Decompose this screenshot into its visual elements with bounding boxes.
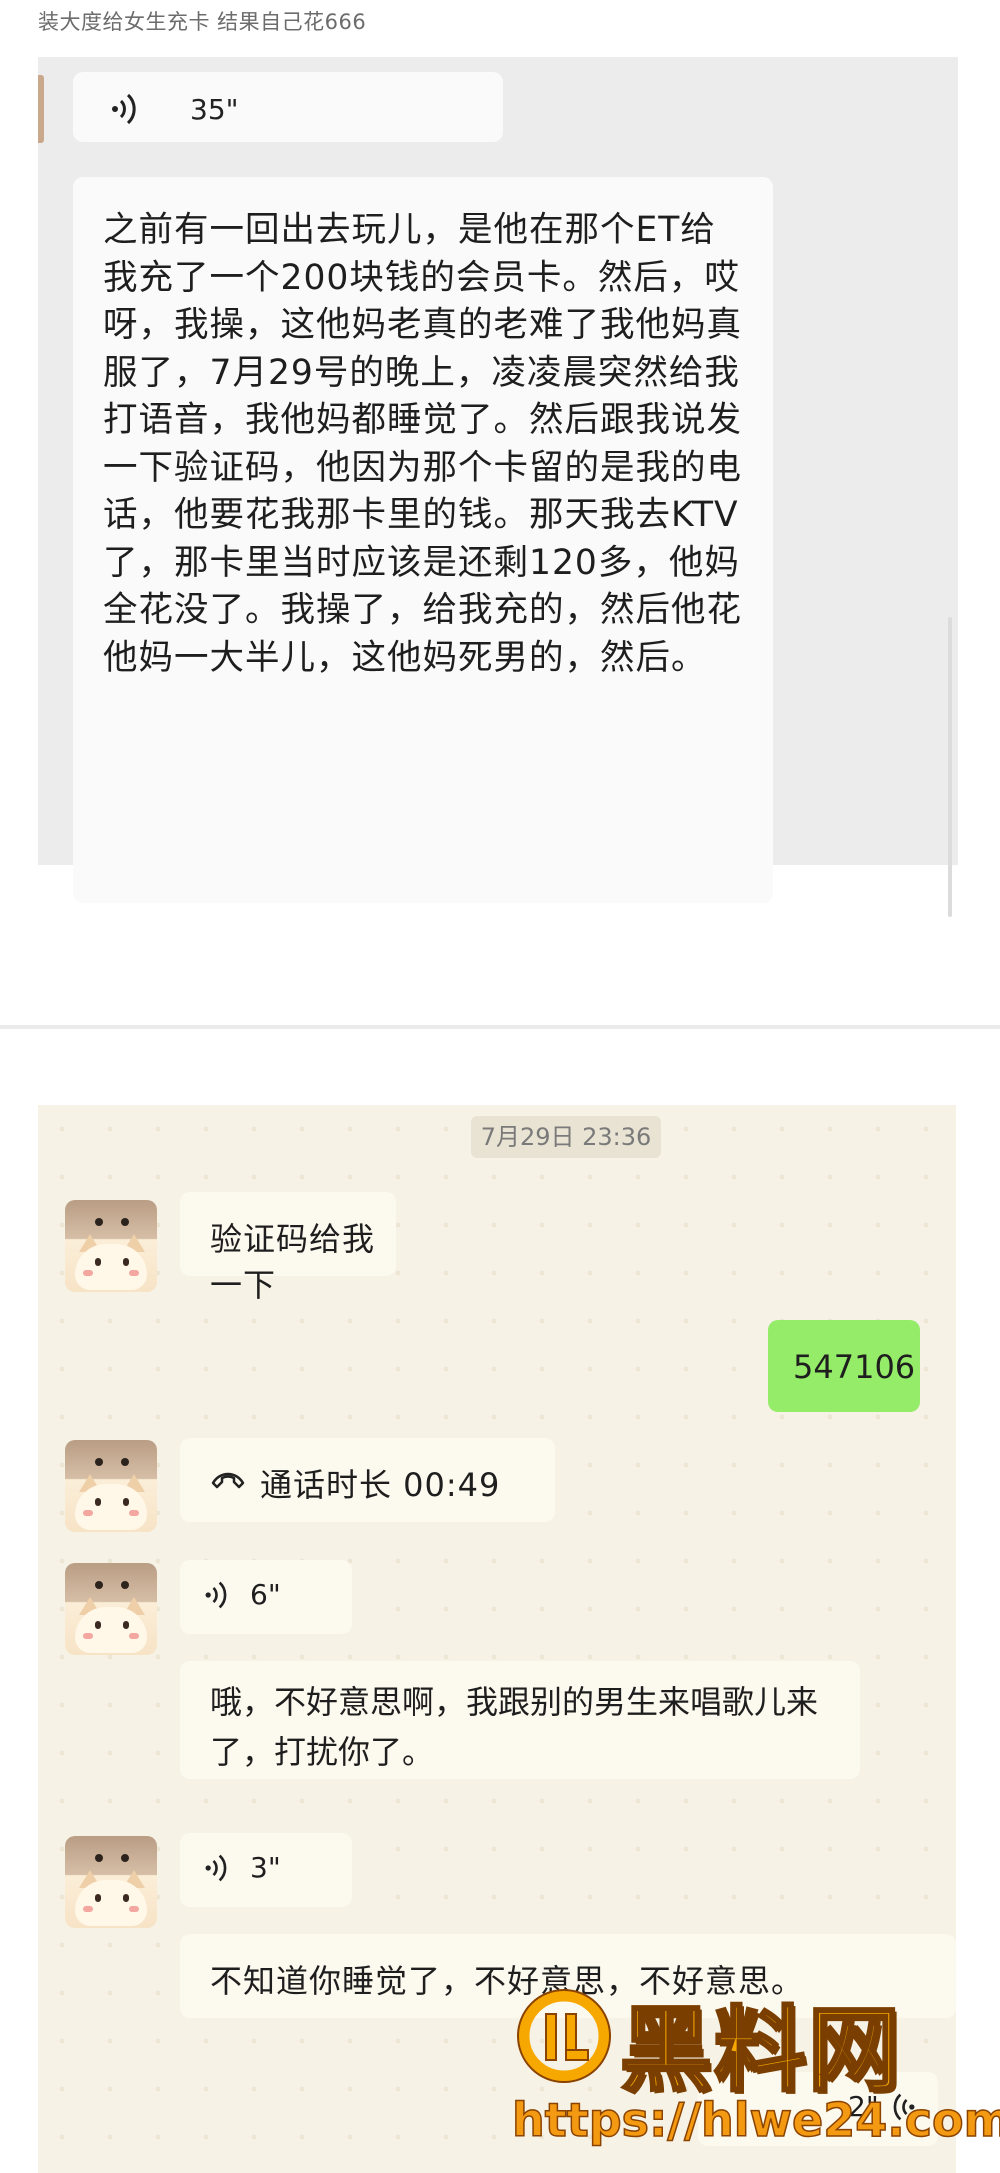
voice-message[interactable]: 6" (180, 1560, 352, 1634)
voice-message[interactable]: 3" (180, 1833, 352, 1907)
watermark-url: https://hlwe24.com (511, 2092, 1000, 2148)
voice-transcript: 哦，不好意思啊，我跟别的男生来唱歌儿来了，打扰你了。 (180, 1661, 860, 1779)
voice-duration: 6" (250, 1578, 281, 1611)
voice-message[interactable]: 35" (73, 72, 503, 142)
scrollbar[interactable] (948, 617, 952, 917)
message-bubble[interactable]: 验证码给我一下 (180, 1192, 396, 1304)
avatar[interactable] (65, 1563, 157, 1655)
call-record-bubble[interactable]: 通话时长 00:49 (180, 1438, 555, 1522)
call-duration-label: 通话时长 00:49 (260, 1466, 501, 1504)
watermark-logo-icon (517, 1989, 611, 2083)
post-caption: 装大度给女生充卡 结果自己花666 (38, 10, 367, 34)
avatar (38, 75, 44, 143)
message-text: 547106 (793, 1348, 916, 1386)
voice-wave-icon (112, 93, 136, 125)
message-timestamp: 7月29日 23:36 (471, 1116, 661, 1158)
avatar[interactable] (65, 1836, 157, 1928)
avatar[interactable] (65, 1440, 157, 1532)
divider (0, 1025, 1000, 1029)
voice-wave-icon (205, 1854, 227, 1882)
voice-wave-icon (205, 1581, 227, 1609)
phone-hangup-icon (211, 1472, 245, 1489)
chat-screenshot-top: 35" 之前有一回出去玩儿，是他在那个ET给我充了一个200块钱的会员卡。然后，… (38, 57, 958, 917)
message-text: 验证码给我一下 (210, 1220, 376, 1304)
watermark-title: 黑料网 (618, 1996, 903, 2106)
sent-message-bubble[interactable]: 547106 (768, 1320, 920, 1412)
avatar[interactable] (65, 1200, 157, 1292)
voice-duration: 3" (250, 1851, 281, 1884)
voice-transcript: 之前有一回出去玩儿，是他在那个ET给我充了一个200块钱的会员卡。然后，哎呀，我… (73, 177, 773, 903)
voice-duration: 35" (190, 93, 239, 126)
